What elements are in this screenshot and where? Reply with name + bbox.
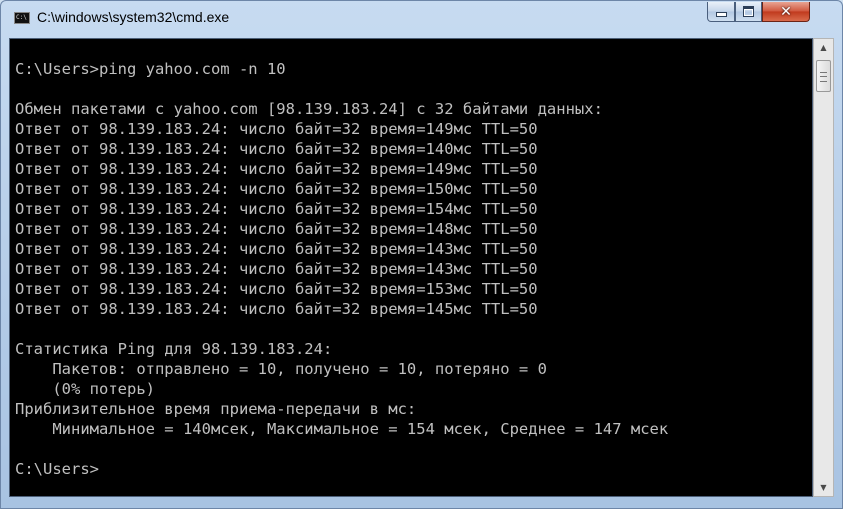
console-line: C:\Users>ping yahoo.com -n 10 [15,60,286,78]
console-line: Пакетов: отправлено = 10, получено = 10,… [15,360,547,378]
minimize-icon [715,12,727,17]
close-button[interactable]: ✕ [762,2,810,22]
console-line: Обмен пакетами с yahoo.com [98.139.183.2… [15,100,603,118]
vertical-scrollbar[interactable]: ▲ ▼ [813,38,834,497]
console-line: Ответ от 98.139.183.24: число байт=32 вр… [15,260,538,278]
console-line: Ответ от 98.139.183.24: число байт=32 вр… [15,240,538,258]
console-line: Ответ от 98.139.183.24: число байт=32 вр… [15,300,538,318]
console-line: Минимальное = 140мсек, Максимальное = 15… [15,420,669,438]
console-line: Ответ от 98.139.183.24: число байт=32 вр… [15,280,538,298]
console-text: C:\Users>ping yahoo.com -n 10 Обмен пакет… [15,59,668,479]
minimize-button[interactable] [707,2,735,22]
console-line: Ответ от 98.139.183.24: число байт=32 вр… [15,160,538,178]
cmd-window: C:\ C:\windows\system32\cmd.exe ✕ C:\Use… [0,0,843,509]
grip-icon [820,72,827,82]
console-line: Приблизительное время приема-передачи в … [15,400,417,418]
console-line: Статистика Ping для 98.139.183.24: [15,340,333,358]
console-line: C:\Users> [15,460,99,478]
console-line: Ответ от 98.139.183.24: число байт=32 вр… [15,220,538,238]
scroll-up-icon[interactable]: ▲ [814,39,833,56]
console-line: Ответ от 98.139.183.24: число байт=32 вр… [15,200,538,218]
close-icon: ✕ [780,3,792,20]
console-line: Ответ от 98.139.183.24: число байт=32 вр… [15,140,538,158]
console-output[interactable]: C:\Users>ping yahoo.com -n 10 Обмен пакет… [9,38,813,497]
window-title: C:\windows\system32\cmd.exe [37,9,230,25]
maximize-icon [743,6,754,17]
console-line: Ответ от 98.139.183.24: число байт=32 вр… [15,120,538,138]
scrollbar-thumb[interactable] [816,60,831,92]
console-line: (0% потерь) [15,380,155,398]
cmd-icon[interactable]: C:\ [14,12,30,24]
console-line: Ответ от 98.139.183.24: число байт=32 вр… [15,180,538,198]
maximize-button[interactable] [735,2,762,22]
scroll-down-icon[interactable]: ▼ [814,479,833,496]
